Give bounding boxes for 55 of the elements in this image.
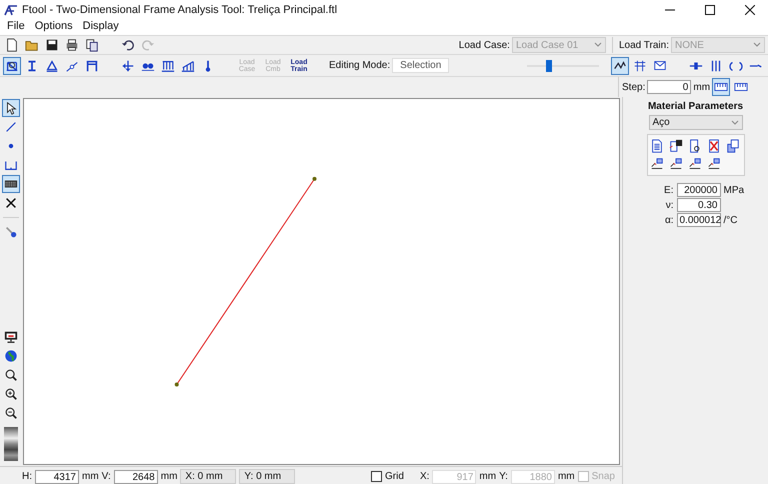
pages-icon[interactable] bbox=[724, 138, 740, 154]
param-label: ν: bbox=[664, 200, 674, 210]
checkbox-label: Snap bbox=[592, 471, 615, 482]
param-field[interactable]: 0.000012 bbox=[676, 213, 720, 227]
scale-slider[interactable] bbox=[527, 60, 599, 72]
window-title: Ftool - Two-Dimensional Frame Analysis Tool: Treliça Principal.ftl bbox=[22, 4, 338, 16]
unit-label: mm bbox=[82, 471, 99, 482]
step-field[interactable]: 0 bbox=[647, 80, 692, 94]
panel-title: Material Parameters bbox=[648, 101, 744, 112]
slider-thumb[interactable] bbox=[546, 60, 552, 72]
field-label: Load Case: bbox=[458, 40, 510, 50]
zigzag-icon[interactable] bbox=[611, 56, 629, 74]
material-edit-icon[interactable] bbox=[648, 156, 664, 172]
height-field[interactable]: 2648 bbox=[114, 470, 158, 484]
app-logo-icon bbox=[4, 4, 18, 16]
x-readout: X: 0 mm bbox=[180, 469, 236, 484]
caret-icon bbox=[594, 42, 602, 48]
ruler-icon[interactable] bbox=[712, 78, 730, 96]
field-label: Editing Mode: bbox=[329, 60, 390, 71]
material-edit-icon[interactable] bbox=[686, 156, 702, 172]
caret-icon bbox=[730, 120, 738, 126]
param-label: E: bbox=[663, 184, 674, 196]
pointer-icon[interactable] bbox=[2, 99, 20, 117]
field-label: Step: bbox=[622, 82, 646, 92]
material-edit-icon[interactable] bbox=[668, 156, 684, 172]
param-field[interactable]: 200000 bbox=[676, 183, 720, 197]
maximize-icon[interactable] bbox=[705, 4, 715, 14]
unit-label: mm bbox=[693, 82, 710, 92]
editing-mode-field[interactable]: Selection bbox=[392, 58, 450, 73]
unit-label: mm bbox=[558, 471, 575, 482]
menu-item[interactable]: Options bbox=[30, 19, 78, 35]
y-readout: Y: 0 mm bbox=[239, 469, 296, 484]
field-label: X: bbox=[420, 471, 430, 482]
field-label: V: bbox=[102, 471, 111, 482]
grayscale-bar bbox=[4, 427, 18, 462]
close-icon[interactable] bbox=[745, 4, 755, 14]
width-field[interactable]: 4317 bbox=[35, 470, 79, 484]
menu-item[interactable]: File bbox=[2, 19, 30, 35]
unit-label: /°C bbox=[722, 214, 738, 226]
caret-icon bbox=[753, 42, 761, 48]
keyboard-icon[interactable] bbox=[2, 175, 20, 193]
field-label: Load Train: bbox=[618, 40, 669, 50]
field-label: Y: bbox=[499, 471, 508, 482]
material-dropdown[interactable]: Aço bbox=[648, 115, 742, 130]
material-edit-icon[interactable] bbox=[706, 156, 722, 172]
param-label: α: bbox=[664, 214, 674, 226]
param-field[interactable]: 0.30 bbox=[676, 198, 720, 212]
menu-item[interactable]: Display bbox=[78, 19, 124, 35]
grid-checkbox[interactable] bbox=[371, 471, 382, 482]
unit-label: mm bbox=[160, 471, 178, 482]
field-label: H: bbox=[22, 471, 32, 482]
checkbox-label: Grid bbox=[385, 471, 404, 482]
unit-label: MPa bbox=[722, 184, 746, 196]
unit-label: mm bbox=[479, 471, 496, 482]
page-save-icon[interactable] bbox=[668, 138, 684, 154]
